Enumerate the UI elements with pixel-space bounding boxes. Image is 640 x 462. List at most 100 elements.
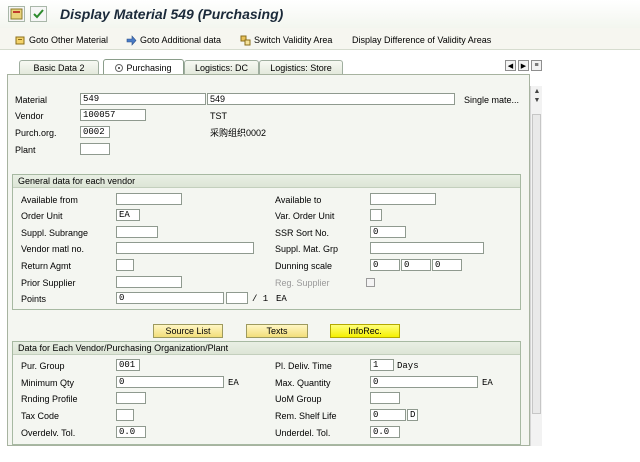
- overdelv-tol-label: Overdelv. Tol.: [21, 428, 76, 438]
- points-unit-text: EA: [276, 294, 287, 304]
- minimum-qty-label: Minimum Qty: [21, 378, 75, 388]
- switch-validity-area-label: Switch Validity Area: [254, 35, 333, 45]
- points-field[interactable]: 0: [116, 292, 224, 304]
- vertical-scrollbar[interactable]: ▲ ▼: [530, 86, 542, 446]
- material-label: Material: [15, 95, 48, 105]
- purch-org-name-text: 采购组织0002: [210, 128, 267, 138]
- switch-icon: [240, 35, 251, 46]
- source-list-button[interactable]: Source List: [153, 324, 223, 338]
- prior-supplier-field[interactable]: [116, 276, 182, 288]
- points-unit-field[interactable]: [226, 292, 248, 304]
- check-icon[interactable]: [30, 6, 47, 22]
- suppl-mat-grp-label: Suppl. Mat. Grp: [275, 244, 339, 254]
- tab-logistics-store[interactable]: Logistics: Store: [259, 60, 343, 74]
- pl-deliv-time-field[interactable]: 1: [370, 359, 394, 371]
- rem-shelf-life-label: Rem. Shelf Life: [275, 411, 337, 421]
- return-agmt-label: Return Agmt: [21, 261, 72, 271]
- tab-scroll-left-icon[interactable]: ◀: [505, 60, 516, 71]
- other-material-icon: [15, 35, 26, 46]
- goto-additional-data-button[interactable]: Goto Additional data: [126, 33, 221, 47]
- available-to-field[interactable]: [370, 193, 436, 205]
- underdel-tol-label: Underdel. Tol.: [275, 428, 331, 438]
- vendor-field[interactable]: 100057: [80, 109, 146, 121]
- menu-icon[interactable]: [8, 6, 25, 22]
- vendor-name-text: TST: [210, 111, 227, 121]
- vendor-matl-no-field[interactable]: [116, 242, 254, 254]
- suppl-mat-grp-field[interactable]: [370, 242, 484, 254]
- goto-other-material-button[interactable]: Goto Other Material: [15, 33, 108, 47]
- dunning-scale-label: Dunning scale: [275, 261, 333, 271]
- points-per-text: / 1: [252, 294, 269, 304]
- scroll-up-icon[interactable]: ▲: [531, 88, 543, 95]
- group-title: General data for each vendor: [13, 175, 520, 188]
- tax-code-label: Tax Code: [21, 411, 60, 421]
- overdelv-tol-field[interactable]: 0.0: [116, 426, 146, 438]
- material-description-field[interactable]: 549: [207, 93, 455, 105]
- info-rec-button[interactable]: InfoRec.: [330, 324, 400, 338]
- tab-label: Logistics: Store: [270, 62, 332, 73]
- rnding-profile-label: Rnding Profile: [21, 394, 78, 404]
- return-agmt-field[interactable]: [116, 259, 134, 271]
- vendor-label: Vendor: [15, 111, 44, 121]
- uom-group-label: UoM Group: [275, 394, 322, 404]
- switch-validity-area-button[interactable]: Switch Validity Area: [240, 33, 332, 47]
- minimum-qty-field[interactable]: 0: [116, 376, 224, 388]
- rnding-profile-field[interactable]: [116, 392, 146, 404]
- goto-additional-data-label: Goto Additional data: [140, 35, 222, 45]
- org-plant-group: Data for Each Vendor/Purchasing Organiza…: [12, 341, 521, 445]
- var-order-unit-field[interactable]: [370, 209, 382, 221]
- var-order-unit-label: Var. Order Unit: [275, 211, 335, 221]
- purch-org-field[interactable]: 0002: [80, 126, 110, 138]
- page-title: Display Material 549 (Purchasing): [60, 6, 284, 22]
- minimum-qty-unit-text: EA: [228, 378, 239, 388]
- max-quantity-field[interactable]: 0: [370, 376, 478, 388]
- reg-supplier-checkbox[interactable]: [366, 278, 375, 287]
- tab-label: Logistics: DC: [194, 62, 248, 73]
- ssr-sort-no-field[interactable]: 0: [370, 226, 406, 238]
- texts-button[interactable]: Texts: [246, 324, 308, 338]
- material-type-text: Single mate...: [464, 95, 520, 105]
- max-quantity-unit-text: EA: [482, 378, 493, 388]
- active-tab-icon: [115, 63, 124, 72]
- tab-list-icon[interactable]: ≡: [531, 60, 542, 71]
- max-quantity-label: Max. Quantity: [275, 378, 331, 388]
- rem-shelf-life-field[interactable]: 0: [370, 409, 406, 421]
- ssr-sort-no-label: SSR Sort No.: [275, 228, 330, 238]
- order-unit-label: Order Unit: [21, 211, 63, 221]
- available-from-label: Available from: [21, 195, 78, 205]
- rem-shelf-life-unit-field[interactable]: D: [407, 409, 418, 421]
- pl-deliv-time-label: Pl. Deliv. Time: [275, 361, 332, 371]
- display-difference-label: Display Difference of Validity Areas: [352, 35, 492, 45]
- dunning-scale-field-3[interactable]: 0: [432, 259, 462, 271]
- available-to-label: Available to: [275, 195, 322, 205]
- tab-scroll-right-icon[interactable]: ▶: [518, 60, 529, 71]
- arrow-right-icon: [126, 34, 137, 46]
- vendor-matl-no-label: Vendor matl no.: [21, 244, 85, 254]
- uom-group-field[interactable]: [370, 392, 400, 404]
- plant-field[interactable]: [80, 143, 110, 155]
- tab-logistics-dc[interactable]: Logistics: DC: [184, 60, 259, 74]
- scroll-thumb[interactable]: [532, 114, 541, 414]
- points-label: Points: [21, 294, 47, 304]
- pl-deliv-unit-text: Days: [397, 361, 419, 371]
- dunning-scale-field-1[interactable]: 0: [370, 259, 400, 271]
- display-difference-button[interactable]: Display Difference of Validity Areas: [352, 33, 491, 47]
- scroll-down-small-icon[interactable]: ▼: [531, 97, 543, 104]
- available-from-field[interactable]: [116, 193, 182, 205]
- group-title: Data for Each Vendor/Purchasing Organiza…: [13, 342, 520, 355]
- order-unit-field[interactable]: EA: [116, 209, 140, 221]
- reg-supplier-label: Reg. Supplier: [275, 278, 330, 288]
- dunning-scale-field-2[interactable]: 0: [401, 259, 431, 271]
- prior-supplier-label: Prior Supplier: [21, 278, 76, 288]
- underdel-tol-field[interactable]: 0.0: [370, 426, 400, 438]
- suppl-subrange-field[interactable]: [116, 226, 158, 238]
- suppl-subrange-label: Suppl. Subrange: [21, 228, 89, 238]
- pur-group-field[interactable]: 001: [116, 359, 140, 371]
- tab-purchasing[interactable]: Purchasing: [103, 59, 184, 75]
- tax-code-field[interactable]: [116, 409, 134, 421]
- material-field[interactable]: 549: [80, 93, 206, 105]
- tab-basic-data-2[interactable]: Basic Data 2: [19, 60, 99, 74]
- tab-label: Basic Data 2: [33, 62, 85, 73]
- pur-group-label: Pur. Group: [21, 361, 65, 371]
- goto-other-material-label: Goto Other Material: [29, 35, 109, 45]
